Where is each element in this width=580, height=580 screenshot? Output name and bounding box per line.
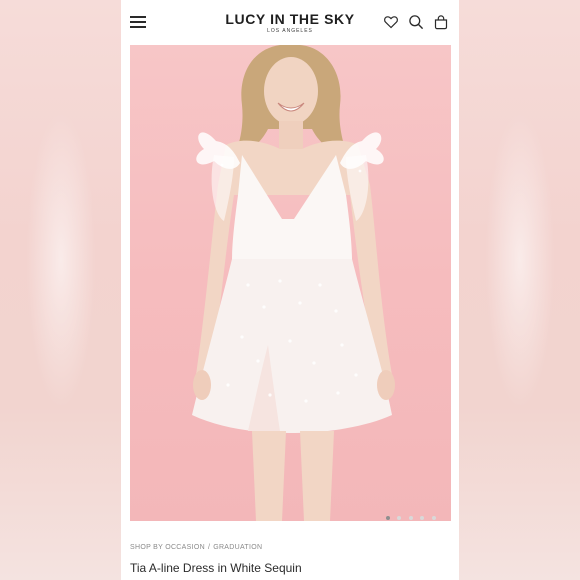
heart-icon[interactable]	[383, 14, 399, 30]
product-title: Tia A-line Dress in White Sequin	[130, 561, 302, 575]
carousel-dot[interactable]	[408, 516, 413, 520]
blurred-backdrop-right	[459, 0, 580, 580]
search-icon[interactable]	[408, 14, 424, 30]
mobile-page: LUCY IN THE SKY LOS ANGELES SHOP BY OCCA…	[121, 0, 459, 580]
carousel-pagination	[386, 507, 439, 520]
breadcrumb-item-graduation[interactable]: GRADUATION	[213, 544, 262, 551]
breadcrumb: SHOP BY OCCASION / GRADUATION	[130, 544, 262, 551]
blurred-backdrop-left	[0, 0, 121, 580]
site-header: LUCY IN THE SKY LOS ANGELES	[121, 0, 459, 44]
carousel-dot[interactable]	[431, 516, 436, 520]
breadcrumb-item-shop-by-occasion[interactable]: SHOP BY OCCASION	[130, 544, 205, 551]
model-illustration	[192, 45, 395, 521]
product-image[interactable]	[130, 45, 451, 521]
shopping-bag-icon[interactable]	[433, 14, 449, 30]
breadcrumb-separator: /	[207, 544, 211, 551]
carousel-dot[interactable]	[386, 516, 390, 520]
